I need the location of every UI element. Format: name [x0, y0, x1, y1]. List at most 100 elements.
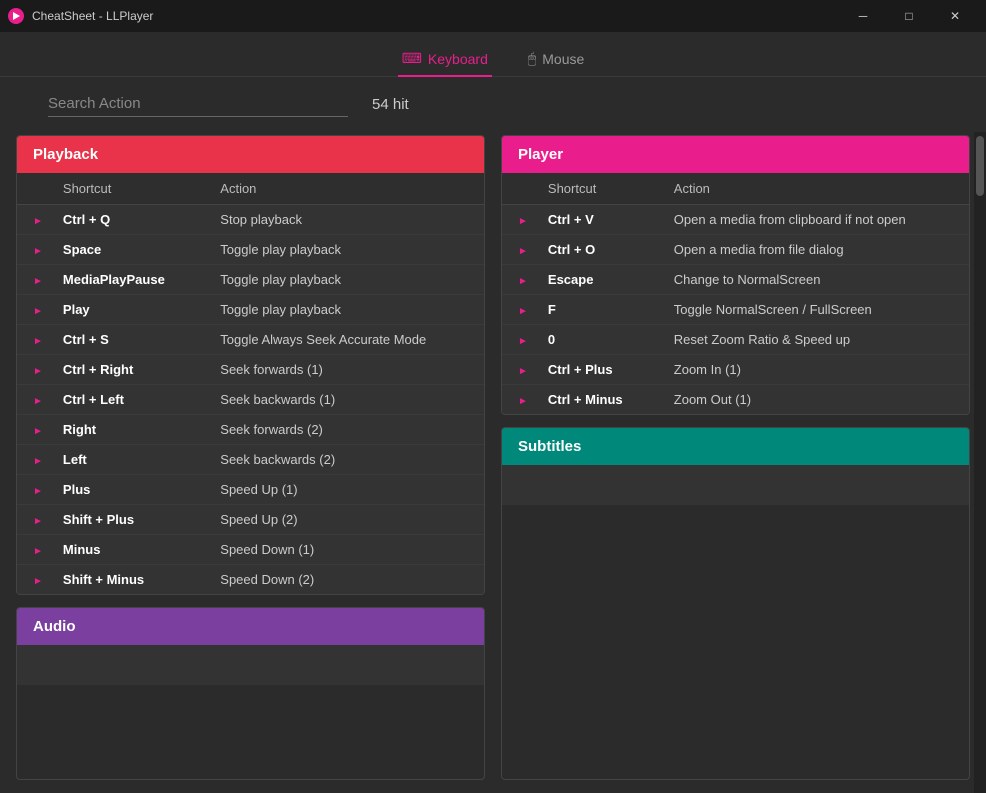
table-row: ► 0 Reset Zoom Ratio & Speed up	[502, 325, 969, 355]
shortcut-cell: Right	[47, 415, 204, 445]
row-play-icon: ►	[17, 475, 47, 505]
row-play-icon: ►	[502, 265, 532, 295]
row-play-icon: ►	[17, 445, 47, 475]
table-row: ► Ctrl + Right Seek forwards (1)	[17, 355, 484, 385]
shortcut-cell: Ctrl + V	[532, 205, 658, 235]
left-panel: Playback Shortcut Action ►	[16, 135, 485, 780]
action-cell: Toggle play playback	[204, 235, 484, 265]
player-col-shortcut: Shortcut	[532, 173, 658, 205]
action-cell: Reset Zoom Ratio & Speed up	[658, 325, 969, 355]
row-play-icon: ►	[17, 565, 47, 595]
table-row: ► Ctrl + V Open a media from clipboard i…	[502, 205, 969, 235]
subtitles-body	[502, 465, 969, 505]
titlebar: CheatSheet - LLPlayer ─ □ ✕	[0, 0, 986, 32]
action-cell: Speed Down (2)	[204, 565, 484, 595]
shortcut-cell: Ctrl + Q	[47, 205, 204, 235]
action-cell: Seek forwards (2)	[204, 415, 484, 445]
titlebar-controls: ─ □ ✕	[840, 0, 978, 32]
row-play-icon: ►	[17, 235, 47, 265]
action-cell: Seek forwards (1)	[204, 355, 484, 385]
scroll-thumb[interactable]	[976, 136, 984, 196]
minimize-button[interactable]: ─	[840, 0, 886, 32]
playback-col-action: Action	[204, 173, 484, 205]
row-play-icon: ►	[502, 385, 532, 415]
hit-count: 54 hit	[372, 96, 409, 113]
action-cell: Open a media from file dialog	[658, 235, 969, 265]
row-play-icon: ►	[17, 355, 47, 385]
row-play-icon: ►	[17, 385, 47, 415]
table-row: ► Shift + Plus Speed Up (2)	[17, 505, 484, 535]
shortcut-cell: Ctrl + Left	[47, 385, 204, 415]
shortcut-cell: Ctrl + Plus	[532, 355, 658, 385]
playback-col-shortcut: Shortcut	[47, 173, 204, 205]
row-play-icon: ►	[502, 235, 532, 265]
player-col-icon	[502, 173, 532, 205]
tab-keyboard-label: Keyboard	[428, 51, 488, 67]
playback-header: Playback	[17, 136, 484, 173]
table-row: ► Shift + Minus Speed Down (2)	[17, 565, 484, 595]
app-icon	[8, 8, 24, 24]
row-play-icon: ►	[17, 205, 47, 235]
table-row: ► MediaPlayPause Toggle play playback	[17, 265, 484, 295]
shortcut-cell: Left	[47, 445, 204, 475]
row-play-icon: ►	[17, 295, 47, 325]
shortcut-cell: MediaPlayPause	[47, 265, 204, 295]
search-input[interactable]	[48, 91, 348, 117]
playback-body: Shortcut Action ► Ctrl + Q Stop playback…	[17, 173, 484, 594]
titlebar-left: CheatSheet - LLPlayer	[8, 8, 153, 24]
table-row: ► Space Toggle play playback	[17, 235, 484, 265]
row-play-icon: ►	[502, 295, 532, 325]
shortcut-cell: Minus	[47, 535, 204, 565]
table-row: ► Play Toggle play playback	[17, 295, 484, 325]
close-button[interactable]: ✕	[932, 0, 978, 32]
player-header: Player	[502, 136, 969, 173]
maximize-button[interactable]: □	[886, 0, 932, 32]
action-cell: Zoom Out (1)	[658, 385, 969, 415]
tab-mouse-label: Mouse	[542, 51, 584, 67]
subtitles-section: Subtitles	[501, 427, 970, 780]
row-play-icon: ►	[17, 505, 47, 535]
action-cell: Toggle NormalScreen / FullScreen	[658, 295, 969, 325]
row-play-icon: ►	[17, 265, 47, 295]
action-cell: Change to NormalScreen	[658, 265, 969, 295]
table-row: ► Ctrl + Minus Zoom Out (1)	[502, 385, 969, 415]
table-row: ► F Toggle NormalScreen / FullScreen	[502, 295, 969, 325]
shortcut-cell: Plus	[47, 475, 204, 505]
tab-keyboard[interactable]: ⌨ Keyboard	[398, 42, 492, 77]
shortcut-cell: Ctrl + Minus	[532, 385, 658, 415]
player-section: Player Shortcut Action ►	[501, 135, 970, 415]
row-play-icon: ►	[502, 205, 532, 235]
action-cell: Stop playback	[204, 205, 484, 235]
player-col-action: Action	[658, 173, 969, 205]
subtitles-header: Subtitles	[502, 428, 969, 465]
shortcut-cell: 0	[532, 325, 658, 355]
action-cell: Seek backwards (1)	[204, 385, 484, 415]
tab-mouse[interactable]: 🖱 Mouse	[524, 42, 588, 77]
table-row: ► Ctrl + Q Stop playback	[17, 205, 484, 235]
shortcut-cell: Shift + Plus	[47, 505, 204, 535]
table-row: ► Ctrl + Left Seek backwards (1)	[17, 385, 484, 415]
audio-body	[17, 645, 484, 685]
shortcut-cell: Escape	[532, 265, 658, 295]
row-play-icon: ►	[502, 355, 532, 385]
scrollbar[interactable]	[974, 132, 986, 793]
audio-header: Audio	[17, 608, 484, 645]
window-title: CheatSheet - LLPlayer	[32, 9, 153, 23]
right-panel: Player Shortcut Action ►	[501, 135, 970, 780]
playback-table: Shortcut Action ► Ctrl + Q Stop playback…	[17, 173, 484, 594]
tabbar: ⌨ Keyboard 🖱 Mouse	[0, 32, 986, 77]
table-row: ► Ctrl + O Open a media from file dialog	[502, 235, 969, 265]
row-play-icon: ►	[17, 325, 47, 355]
player-body: Shortcut Action ► Ctrl + V Open a media …	[502, 173, 969, 414]
table-row: ► Ctrl + Plus Zoom In (1)	[502, 355, 969, 385]
main-content: Playback Shortcut Action ►	[0, 127, 986, 788]
table-row: ► Escape Change to NormalScreen	[502, 265, 969, 295]
keyboard-icon: ⌨	[402, 50, 422, 67]
row-play-icon: ►	[17, 415, 47, 445]
shortcut-cell: Ctrl + S	[47, 325, 204, 355]
audio-section: Audio	[16, 607, 485, 780]
action-cell: Speed Down (1)	[204, 535, 484, 565]
action-cell: Toggle play playback	[204, 295, 484, 325]
shortcut-cell: F	[532, 295, 658, 325]
shortcut-cell: Play	[47, 295, 204, 325]
